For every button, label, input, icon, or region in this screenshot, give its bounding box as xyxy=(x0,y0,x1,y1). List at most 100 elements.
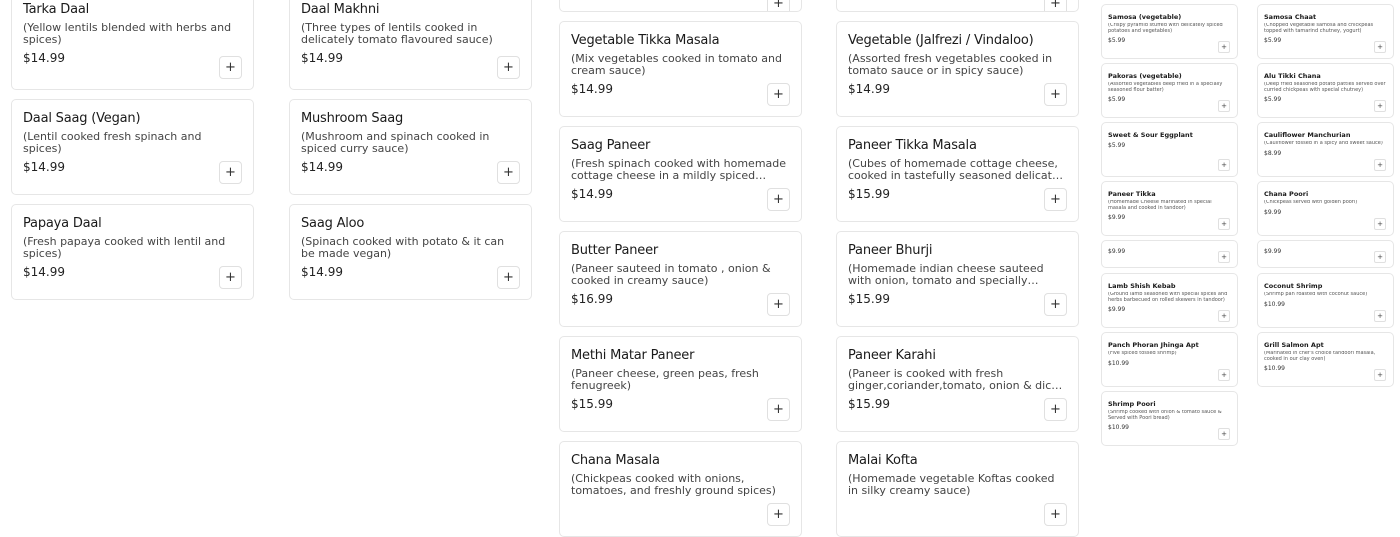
menu-item-description: (Spinach cooked with potato & it can be … xyxy=(301,236,505,260)
menu-item-description: (Cubes of homemade cottage cheese, cooke… xyxy=(848,158,1059,182)
add-to-cart-button[interactable]: + xyxy=(767,293,790,316)
add-to-cart-button[interactable]: + xyxy=(1044,503,1067,526)
menu-item-content: Cauliflower Manchurian (Cauliflower tosse… xyxy=(1264,131,1387,157)
menu-item-price: $10.99 xyxy=(1264,300,1285,308)
menu-item-card[interactable]: Butter Paneer (Paneer sauteed in tomato ,… xyxy=(559,231,802,327)
menu-item-card[interactable]: Pakoras (vegetable) (Assorted vegetables … xyxy=(1101,63,1238,118)
menu-item-card[interactable]: Shrimp Poori (Shrimp cooked with onion & … xyxy=(1101,391,1238,446)
menu-item-content: Chana Poori (Chickpeas served with golden… xyxy=(1264,190,1387,216)
add-to-cart-button[interactable]: + xyxy=(219,161,242,184)
menu-item-price: $5.99 xyxy=(1264,96,1282,103)
add-to-cart-button[interactable]: + xyxy=(1374,100,1386,112)
menu-item-card[interactable]: Daal Makhni (Three types of lentils cooke… xyxy=(289,0,532,90)
add-to-cart-button[interactable]: + xyxy=(1044,83,1067,106)
menu-item-card[interactable]: Chana Masala (Chickpeas cooked with onion… xyxy=(559,441,802,537)
menu-item-price: $14.99 xyxy=(23,51,65,65)
add-to-cart-button[interactable]: + xyxy=(1044,0,1067,11)
menu-item-price: $9.99 xyxy=(1264,248,1282,255)
menu-item-price: $15.99 xyxy=(848,292,890,306)
menu-item-card[interactable]: Malai Kofta (Homemade vegetable Koftas co… xyxy=(836,441,1079,537)
add-to-cart-button[interactable]: + xyxy=(1218,251,1230,263)
menu-item-card[interactable]: Panch Phoran Jhinga Apt (Five spiced toss… xyxy=(1101,332,1238,387)
menu-item-price: $8.99 xyxy=(1264,149,1282,157)
menu-item-card[interactable]: Lamb Shish Kebab (Ground lamb seasoned wi… xyxy=(1101,273,1238,328)
add-to-cart-button[interactable]: + xyxy=(219,56,242,79)
add-to-cart-button[interactable]: + xyxy=(1218,428,1230,440)
add-to-cart-button[interactable]: + xyxy=(1218,310,1230,322)
menu-item-description: (Five spiced tossed shrimp) xyxy=(1108,351,1177,356)
menu-item-card[interactable]: Methi Matar Paneer (Paneer cheese, green … xyxy=(559,336,802,432)
menu-item-card[interactable]: Chana Poori (Chickpeas served with golden… xyxy=(1257,181,1394,236)
menu-item-card[interactable]: Paneer Tikka (Homemade Cheese marinated i… xyxy=(1101,181,1238,236)
menu-item-card[interactable]: Saag Paneer (Fresh spinach cooked with ho… xyxy=(559,126,802,222)
menu-item-content: $9.99 xyxy=(1108,245,1231,255)
menu-item-card[interactable]: Vegetable Tikka Masala (Mix vegetables co… xyxy=(559,21,802,117)
add-to-cart-button[interactable]: + xyxy=(1044,398,1067,421)
add-to-cart-button[interactable]: + xyxy=(1044,188,1067,211)
menu-item-description: (Three types of lentils cooked in delica… xyxy=(301,22,493,46)
menu-item-card[interactable]: Paneer Bhurji (Homemade indian cheese sau… xyxy=(836,231,1079,327)
menu-item-content: Chana Masala (Chickpeas cooked with onion… xyxy=(571,453,790,497)
menu-item-card[interactable]: Paneer Karahi (Paneer is cooked with fres… xyxy=(836,336,1079,432)
menu-item-card[interactable]: Grill Salmon Apt (Marinated in chef's cho… xyxy=(1257,332,1394,387)
add-to-cart-button[interactable]: + xyxy=(219,266,242,289)
add-to-cart-button[interactable]: + xyxy=(1218,369,1230,381)
add-to-cart-button[interactable]: + xyxy=(1218,41,1230,53)
add-to-cart-button[interactable]: + xyxy=(1044,293,1067,316)
menu-item-content: Paneer Tikka Masala (Cubes of homemade co… xyxy=(848,138,1067,201)
menu-item-description: (Mix vegetables cooked in tomato and cre… xyxy=(571,53,782,77)
menu-item-card[interactable]: Sweet & Sour Eggplant $5.99 + xyxy=(1101,122,1238,177)
menu-item-price: $14.99 xyxy=(301,265,343,279)
menu-item-price: $16.99 xyxy=(571,292,613,306)
menu-item-card[interactable]: Vegetable (Jalfrezi / Vindaloo) (Assorted… xyxy=(836,21,1079,117)
add-to-cart-button[interactable]: + xyxy=(497,56,520,79)
menu-item-name: Pakoras (vegetable) xyxy=(1108,72,1182,80)
menu-item-name: Vegetable (Jalfrezi / Vindaloo) xyxy=(848,33,1034,48)
add-to-cart-button[interactable]: + xyxy=(1374,369,1386,381)
add-to-cart-button[interactable]: + xyxy=(1218,218,1230,230)
menu-item-card[interactable]: $9.99 + xyxy=(1101,240,1238,268)
menu-item-content: Paneer Bhurji (Homemade indian cheese sau… xyxy=(848,243,1067,306)
add-to-cart-button[interactable]: + xyxy=(1374,310,1386,322)
menu-item-name: Coconut Shrimp xyxy=(1264,282,1323,290)
menu-item-card[interactable]: Cauliflower Manchurian (Cauliflower tosse… xyxy=(1257,122,1394,177)
add-to-cart-button[interactable]: + xyxy=(767,503,790,526)
add-to-cart-button[interactable]: + xyxy=(1374,218,1386,230)
menu-item-card[interactable]: $9.99 + xyxy=(1257,240,1394,268)
menu-item-card[interactable]: Coconut Shrimp (Shrimp pan roasted with c… xyxy=(1257,273,1394,328)
menu-item-description: (Ground lamb seasoned with special spice… xyxy=(1108,292,1228,303)
menu-item-name: Alu Tikki Chana xyxy=(1264,72,1321,80)
add-to-cart-button[interactable]: + xyxy=(767,83,790,106)
add-to-cart-button[interactable]: + xyxy=(497,161,520,184)
add-to-cart-button[interactable]: + xyxy=(1218,159,1230,171)
menu-item-card-partial[interactable]: + xyxy=(836,0,1079,12)
add-to-cart-button[interactable]: + xyxy=(767,0,790,11)
menu-item-card[interactable]: Daal Saag (Vegan) (Lentil cooked fresh sp… xyxy=(11,99,254,195)
add-to-cart-button[interactable]: + xyxy=(1374,41,1386,53)
menu-item-card[interactable]: Mushroom Saag (Mushroom and spinach cooke… xyxy=(289,99,532,195)
menu-item-price: $10.99 xyxy=(1108,424,1129,431)
menu-item-card[interactable]: Paneer Tikka Masala (Cubes of homemade co… xyxy=(836,126,1079,222)
menu-item-name: Sweet & Sour Eggplant xyxy=(1108,131,1193,139)
menu-item-card[interactable]: Samosa (vegetable) (Crispy pyramid stuffe… xyxy=(1101,4,1238,59)
menu-item-price: $9.99 xyxy=(1108,214,1126,221)
add-to-cart-button[interactable]: + xyxy=(1218,100,1230,112)
menu-item-description: (Lentil cooked fresh spinach and spices) xyxy=(23,131,202,155)
menu-item-price: $15.99 xyxy=(848,397,890,411)
menu-item-content: Paneer Tikka (Homemade Cheese marinated i… xyxy=(1108,190,1231,221)
add-to-cart-button[interactable]: + xyxy=(1374,159,1386,171)
add-to-cart-button[interactable]: + xyxy=(767,188,790,211)
add-to-cart-button[interactable]: + xyxy=(497,266,520,289)
add-to-cart-button[interactable]: + xyxy=(1374,251,1386,263)
add-to-cart-button[interactable]: + xyxy=(767,398,790,421)
menu-item-name: Grill Salmon Apt xyxy=(1264,341,1324,349)
menu-item-card[interactable]: Tarka Daal (Yellow lentils blended with h… xyxy=(11,0,254,90)
menu-item-card[interactable]: Alu Tikki Chana (Deep fried seasoned pota… xyxy=(1257,63,1394,118)
menu-item-card[interactable]: Saag Aloo (Spinach cooked with potato & i… xyxy=(289,204,532,300)
menu-item-name: Daal Makhni xyxy=(301,2,380,17)
menu-item-card[interactable]: Samosa Chaat (Chopped vegetable samosa an… xyxy=(1257,4,1394,59)
menu-item-description: (Fresh spinach cooked with homemade cott… xyxy=(571,158,787,182)
menu-item-card-partial[interactable]: + xyxy=(559,0,802,12)
menu-item-card[interactable]: Papaya Daal (Fresh papaya cooked with len… xyxy=(11,204,254,300)
menu-item-name: Chana Poori xyxy=(1264,190,1309,198)
